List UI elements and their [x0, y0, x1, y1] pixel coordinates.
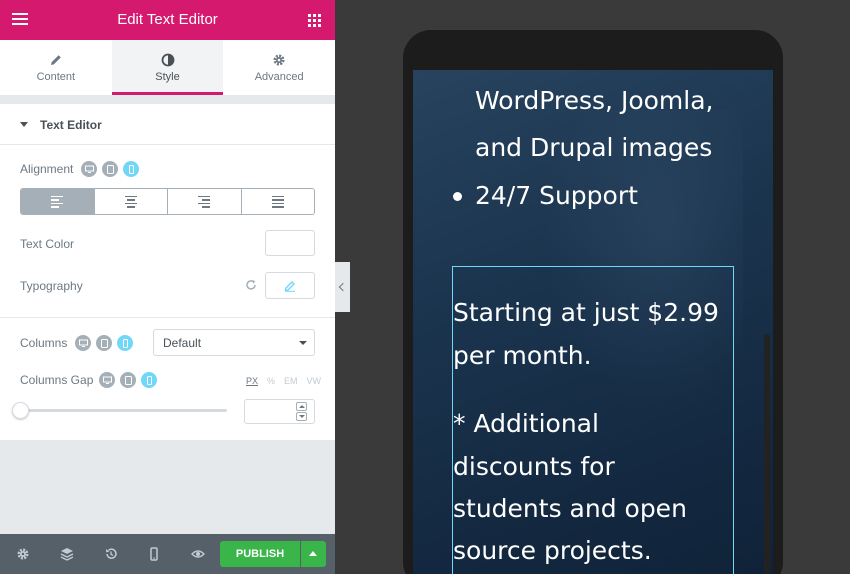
text-color-label: Text Color: [20, 237, 75, 251]
preview-text-line: Starting at just $2.99: [453, 298, 719, 327]
typography-edit-button[interactable]: [265, 272, 315, 299]
history-icon[interactable]: [104, 547, 118, 561]
preview-text-line: discounts for: [453, 452, 615, 481]
layers-icon[interactable]: [60, 547, 74, 561]
columns-gap-slider-handle[interactable]: [12, 402, 29, 419]
chevron-down-icon: [299, 341, 307, 345]
widgets-grid-icon[interactable]: [308, 14, 321, 27]
unit-em[interactable]: EM: [284, 376, 298, 386]
tablet-icon[interactable]: [96, 335, 112, 351]
preview-scrollbar[interactable]: [764, 334, 770, 574]
align-justify-button[interactable]: [241, 189, 314, 214]
desktop-icon[interactable]: [81, 161, 97, 177]
mobile-icon[interactable]: [123, 161, 139, 177]
columns-select-value: Default: [163, 336, 202, 350]
tab-style-label: Style: [155, 71, 180, 83]
columns-gap-slider-track[interactable]: [20, 409, 227, 412]
align-center-icon: [124, 195, 137, 208]
typography-label: Typography: [20, 279, 83, 293]
columns-label: Columns: [20, 336, 68, 350]
tab-style[interactable]: Style: [111, 40, 224, 95]
style-controls: Alignment Text Color Typography Columns …: [0, 145, 335, 440]
divider: [0, 317, 335, 318]
editor-panel: Edit Text Editor Content Style Advanced …: [0, 0, 335, 574]
align-right-button[interactable]: [168, 189, 242, 214]
pencil-icon: [50, 55, 61, 65]
preview-text-line: and Drupal images: [475, 133, 713, 162]
tablet-icon[interactable]: [120, 372, 136, 388]
columns-gap-label: Columns Gap: [20, 373, 94, 387]
preview-text-line: per month.: [453, 341, 592, 370]
publish-button[interactable]: PUBLISH: [220, 541, 300, 567]
tab-content-label: Content: [36, 71, 76, 83]
pencil-icon: [284, 280, 295, 292]
align-left-button[interactable]: [21, 189, 95, 214]
align-center-button[interactable]: [94, 189, 168, 214]
reset-icon[interactable]: [245, 279, 257, 291]
desktop-icon[interactable]: [99, 372, 115, 388]
panel-collapse-toggle[interactable]: [335, 262, 350, 312]
tab-advanced[interactable]: Advanced: [223, 40, 335, 95]
gear-icon: [273, 54, 285, 66]
tablet-icon[interactable]: [102, 161, 118, 177]
preview-text-line: students and open: [453, 494, 687, 523]
preview-text-line: source projects.: [453, 536, 652, 565]
columns-select[interactable]: Default: [153, 329, 315, 356]
panel-header: Edit Text Editor: [0, 0, 335, 40]
section-header-text-editor[interactable]: Text Editor: [0, 104, 335, 145]
preview-text-line: WordPress, Joomla,: [475, 86, 714, 115]
mobile-icon[interactable]: [141, 372, 157, 388]
number-spinner: [296, 402, 307, 422]
spinner-up-icon[interactable]: [296, 402, 307, 411]
columns-responsive-switcher: [75, 335, 138, 351]
caret-down-icon: [20, 122, 28, 127]
preview-eye-icon[interactable]: [191, 547, 205, 561]
align-left-icon: [51, 195, 64, 208]
alignment-responsive-switcher: [81, 161, 144, 177]
align-justify-icon: [271, 195, 284, 208]
responsive-mobile-icon[interactable]: [147, 547, 161, 561]
spinner-down-icon[interactable]: [296, 412, 307, 421]
desktop-icon[interactable]: [75, 335, 91, 351]
columns-gap-number-input[interactable]: [244, 399, 315, 424]
align-right-icon: [198, 195, 211, 208]
columns-gap-responsive-switcher: [99, 372, 162, 388]
unit-selector: PX % EM VW: [246, 376, 330, 386]
tab-advanced-label: Advanced: [254, 71, 304, 83]
preview-text-line: * Additional: [453, 409, 599, 438]
half-circle-icon: [161, 53, 174, 67]
panel-tabs: Content Style Advanced: [0, 40, 335, 95]
alignment-label: Alignment: [20, 162, 74, 176]
tab-content[interactable]: Content: [0, 40, 112, 95]
mobile-icon[interactable]: [117, 335, 133, 351]
unit-vw[interactable]: VW: [307, 376, 322, 386]
section-title: Text Editor: [40, 118, 102, 132]
preview-list-item: 24/7 Support: [475, 181, 638, 210]
text-color-picker[interactable]: [265, 230, 315, 256]
unit-percent[interactable]: %: [267, 376, 275, 386]
settings-gear-icon[interactable]: [16, 547, 30, 561]
publish-options-chevron-up-icon[interactable]: [301, 541, 326, 567]
panel-title: Edit Text Editor: [117, 11, 218, 28]
alignment-button-group: [20, 188, 315, 215]
list-bullet: [453, 192, 462, 201]
unit-px[interactable]: PX: [246, 376, 258, 386]
